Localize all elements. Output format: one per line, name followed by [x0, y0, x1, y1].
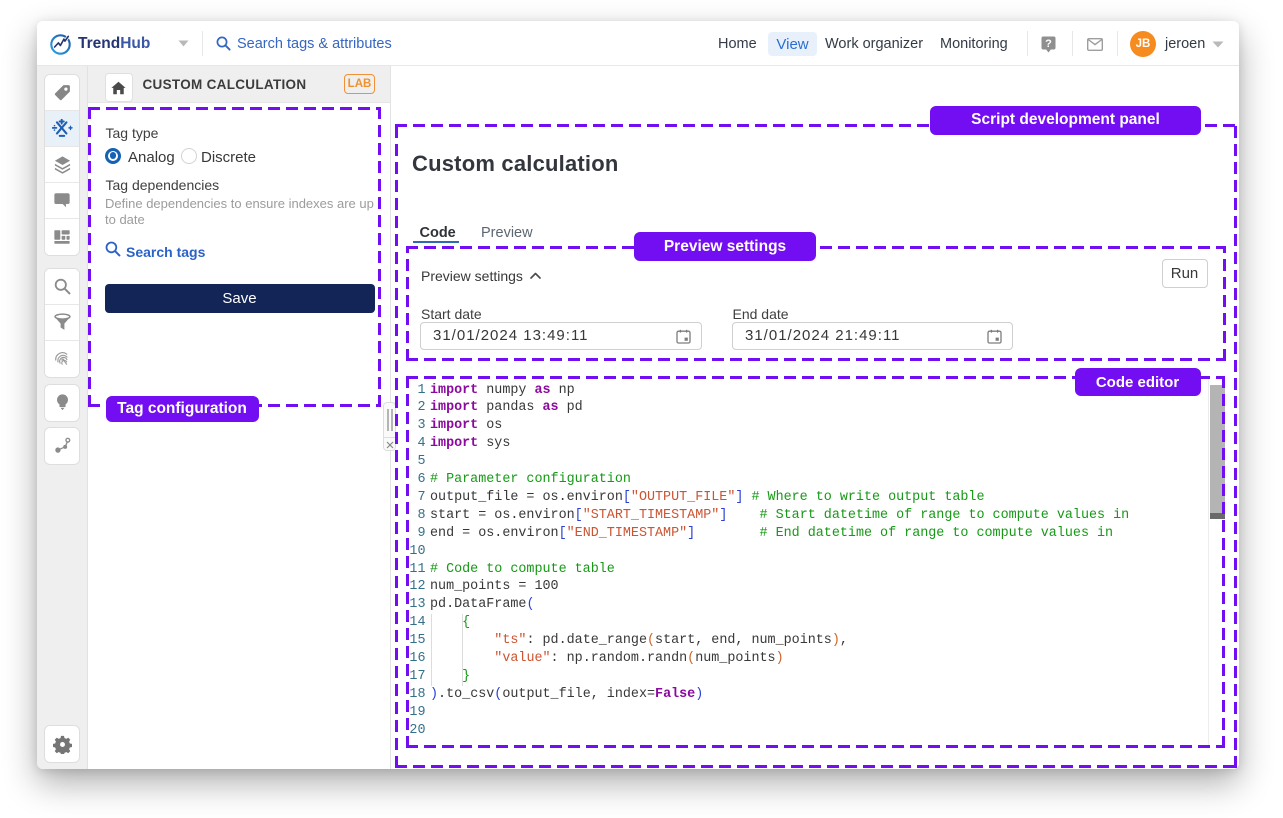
svg-text:?: ? — [1045, 38, 1052, 50]
